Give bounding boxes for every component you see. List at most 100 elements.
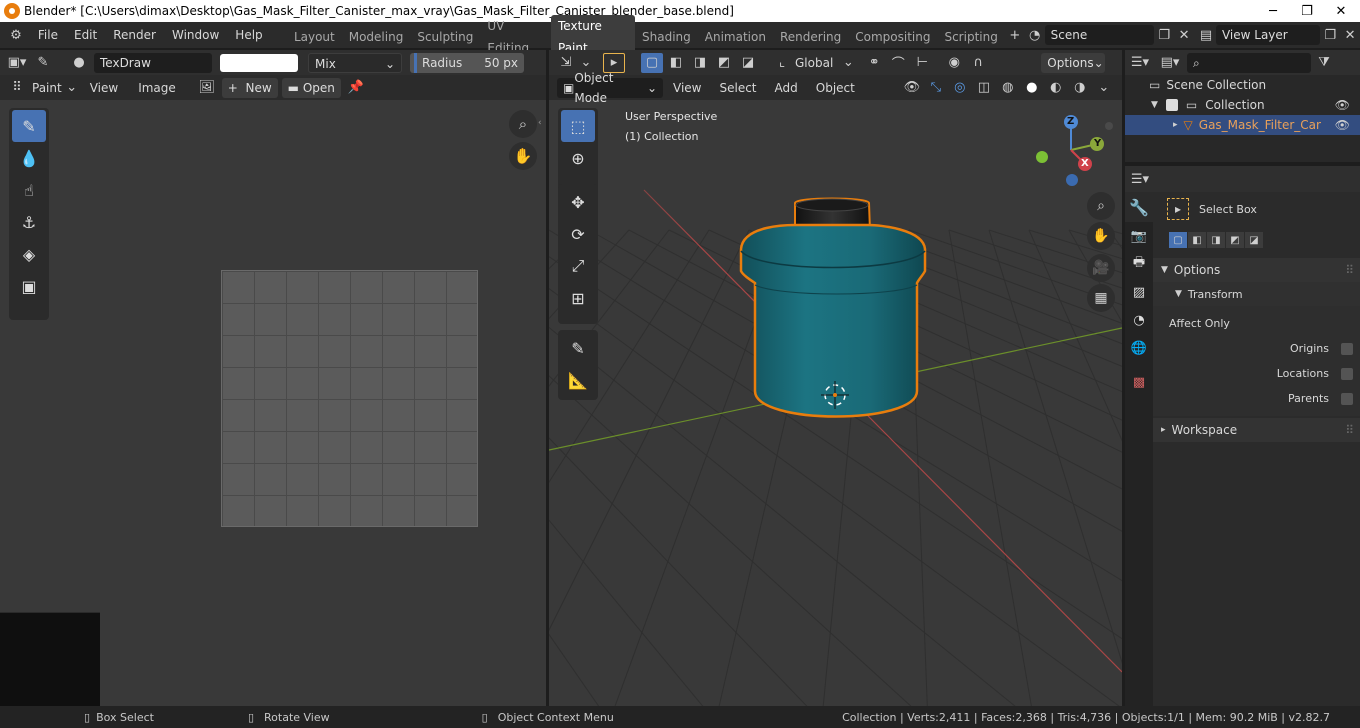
rotate-icon[interactable]: ⟳ [561, 218, 595, 250]
cursor-icon[interactable]: ⊕ [561, 142, 595, 174]
smear-icon[interactable]: ☝ [12, 174, 46, 206]
menu-edit[interactable]: Edit [66, 22, 105, 48]
material-shading-icon[interactable]: ◐ [1045, 78, 1067, 98]
annotate-icon[interactable]: ✎ [561, 332, 595, 364]
zoom-icon[interactable]: ⌕ [1087, 192, 1115, 220]
image-browse-icon[interactable]: 🖼 [196, 78, 218, 98]
exclude-checkbox[interactable] [1165, 99, 1178, 111]
select-new-icon[interactable]: ▢ [1169, 232, 1187, 248]
move-icon[interactable]: ✥ [561, 186, 595, 218]
select-box-icon[interactable]: ⬚ [561, 110, 595, 142]
eye-icon[interactable]: 👁 [1335, 118, 1350, 132]
render-tab-icon[interactable]: 📷 [1125, 222, 1153, 250]
output-tab-icon[interactable]: 🖶 [1125, 250, 1153, 278]
chevron-down-icon[interactable]: ⌄ [1093, 78, 1115, 98]
minimize-button[interactable]: ─ [1256, 0, 1290, 22]
falloff-icon[interactable]: ∩ [967, 53, 989, 73]
filter-icon[interactable]: ⧩ [1313, 53, 1335, 73]
expand-arrow-icon[interactable]: ▸ [1173, 120, 1178, 130]
navigation-gizmo[interactable] [1029, 112, 1121, 192]
scene-icon[interactable]: ◔ [1025, 25, 1045, 45]
3d-viewport[interactable]: ⇲ ⌄ ▸ ▢ ◧ ◨ ◩ ◪ ⌞ Global ⌄ ⚭ ⌒ ⊢ ◉ ∩ Opt… [549, 50, 1122, 706]
color-swatch[interactable] [220, 53, 298, 72]
brush-name-field[interactable]: TexDraw [94, 52, 212, 73]
soften-icon[interactable]: 💧 [12, 142, 46, 174]
drag-handle-icon[interactable]: ⠿ [1345, 263, 1354, 277]
outliner-editor-icon[interactable]: ☰▾ [1129, 53, 1151, 73]
workspace-panel-header[interactable]: ▸ Workspace ⠿ [1153, 418, 1360, 442]
display-mode-icon[interactable]: ▤▾ [1159, 53, 1181, 73]
mode-select[interactable]: Paint [32, 81, 62, 95]
origins-row[interactable]: Origins [1245, 342, 1353, 355]
add-workspace-icon[interactable]: + [1005, 25, 1025, 45]
blend-mode-select[interactable]: Mix ⌄ [308, 52, 402, 73]
outliner-row-scene-collection[interactable]: ▭ Scene Collection [1125, 75, 1360, 95]
close-button[interactable]: ✕ [1324, 0, 1358, 22]
scene-field[interactable]: Scene [1044, 25, 1155, 45]
hand-pan-icon[interactable]: ✋ [509, 142, 537, 170]
object-mode-select[interactable]: ▣ Object Mode ⌄ [557, 71, 663, 105]
new-view-layer-icon[interactable]: ❐ [1320, 25, 1340, 45]
menu-file[interactable]: File [30, 22, 66, 48]
tab-scripting[interactable]: Scripting [937, 26, 1004, 48]
pivot-point-icon[interactable]: ⚭ [863, 53, 885, 73]
transform-icon[interactable]: ⊞ [561, 282, 595, 314]
brush-icon[interactable]: ✎ [32, 53, 54, 73]
select-subtract-icon[interactable]: ◨ [689, 53, 711, 73]
parents-checkbox[interactable] [1341, 392, 1353, 405]
select-difference-icon[interactable]: ◩ [713, 53, 735, 73]
rendered-shading-icon[interactable]: ◑ [1069, 78, 1091, 98]
tab-rendering[interactable]: Rendering [773, 26, 848, 48]
menu-add[interactable]: Add [767, 75, 806, 101]
eye-icon[interactable]: 👁 [1335, 98, 1350, 112]
select-subtract-icon[interactable]: ◨ [1207, 232, 1225, 248]
view-layer-tab-icon[interactable]: ▨ [1125, 278, 1153, 306]
overlay-icon[interactable]: ◎ [949, 78, 971, 98]
measure-icon[interactable]: 📐 [561, 364, 595, 396]
perspective-grid-icon[interactable]: ▦ [1087, 284, 1115, 312]
snap-increment-icon[interactable]: ⊢ [911, 53, 933, 73]
editor-type-icon[interactable]: ▣▾ [6, 53, 28, 73]
brush-texture-icon[interactable]: ● [68, 53, 90, 73]
outliner-row-object[interactable]: ▸ ▽ Gas_Mask_Filter_Caniste 👁 [1125, 115, 1360, 135]
menu-select[interactable]: Select [711, 75, 764, 101]
tab-sculpting[interactable]: Sculpting [410, 26, 480, 48]
menu-help[interactable]: Help [227, 22, 270, 48]
options-button[interactable]: Options ⌄ [1041, 52, 1106, 73]
locations-checkbox[interactable] [1341, 367, 1353, 380]
outliner-row-collection[interactable]: ▼ ▭ Collection 👁 [1125, 95, 1360, 115]
canister-object[interactable] [729, 195, 929, 435]
delete-scene-icon[interactable]: ✕ [1174, 25, 1194, 45]
parents-row[interactable]: Parents [1245, 392, 1353, 405]
delete-view-layer-icon[interactable]: ✕ [1340, 25, 1360, 45]
locations-row[interactable]: Locations [1245, 367, 1353, 380]
radius-slider[interactable]: Radius 50 px [410, 52, 524, 73]
mask-icon[interactable]: ▣ [12, 270, 46, 302]
scale-icon[interactable]: ⤢ [561, 250, 595, 282]
outliner-search-input[interactable]: ⌕ [1187, 52, 1311, 73]
solid-shading-icon[interactable]: ● [1021, 78, 1043, 98]
options-panel-header[interactable]: ▼ Options ⠿ [1153, 258, 1360, 282]
tab-shading[interactable]: Shading [635, 26, 698, 48]
tab-compositing[interactable]: Compositing [848, 26, 937, 48]
select-extend-icon[interactable]: ◧ [665, 53, 687, 73]
menu-view[interactable]: View [82, 75, 126, 101]
view-layer-icon[interactable]: ▤ [1196, 25, 1216, 45]
properties-editor-icon[interactable]: ☰▾ [1129, 169, 1151, 189]
orientation-select[interactable]: Global [795, 56, 833, 70]
select-difference-icon[interactable]: ◩ [1226, 232, 1244, 248]
expand-arrow-icon[interactable]: ▼ [1151, 100, 1158, 110]
blender-menu-icon[interactable]: ⚙ [6, 25, 26, 45]
tab-animation[interactable]: Animation [698, 26, 773, 48]
wireframe-shading-icon[interactable]: ◍ [997, 78, 1019, 98]
snap-icon[interactable]: ⌒ [887, 53, 909, 73]
drag-handle-icon[interactable]: ⠿ [1345, 423, 1354, 437]
new-image-button[interactable]: + New [221, 77, 278, 98]
draw-brush-icon[interactable]: ✎ [12, 110, 46, 142]
select-extend-icon[interactable]: ◧ [1188, 232, 1206, 248]
menu-render[interactable]: Render [105, 22, 164, 48]
world-tab-icon[interactable]: 🌐 [1125, 334, 1153, 362]
view-layer-field[interactable]: View Layer [1215, 25, 1321, 45]
menu-view[interactable]: View [665, 75, 709, 101]
select-intersect-icon[interactable]: ◪ [737, 53, 759, 73]
